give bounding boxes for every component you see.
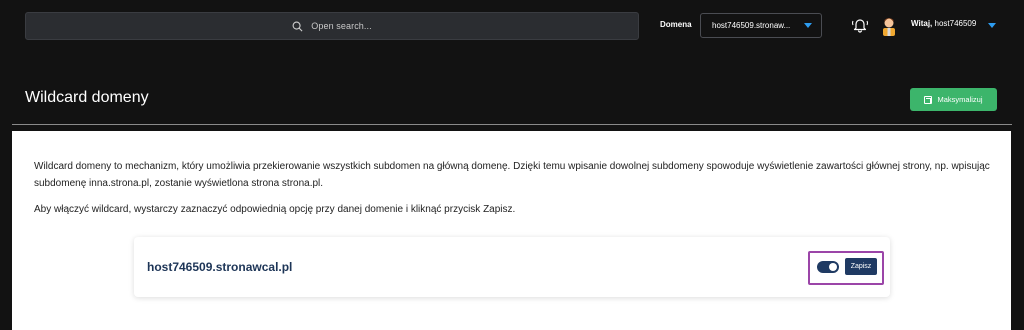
domain-select[interactable]: host746509.stronaw... bbox=[700, 13, 822, 38]
user-avatar-icon[interactable] bbox=[879, 14, 899, 36]
page-title: Wildcard domeny bbox=[25, 89, 149, 106]
domain-card: host746509.stronawcal.pl Zapisz bbox=[134, 237, 890, 297]
user-greeting[interactable]: Witaj, host746509 bbox=[911, 19, 976, 28]
maximize-button[interactable]: Maksymalizuj bbox=[910, 88, 997, 111]
wildcard-toggle[interactable] bbox=[817, 261, 839, 273]
domain-select-value: host746509.stronaw... bbox=[712, 21, 791, 30]
chevron-down-icon[interactable] bbox=[988, 23, 996, 28]
description-text: Wildcard domeny to mechanizm, który umoż… bbox=[34, 161, 990, 189]
chevron-down-icon bbox=[804, 23, 812, 28]
domain-name: host746509.stronawcal.pl bbox=[147, 260, 293, 274]
content-panel: Wildcard domeny to mechanizm, który umoż… bbox=[12, 131, 1011, 330]
domain-label: Domena bbox=[660, 20, 692, 29]
bell-icon[interactable] bbox=[850, 15, 870, 35]
save-button[interactable]: Zapisz bbox=[845, 258, 877, 275]
greeting-prefix: Witaj, bbox=[911, 19, 933, 28]
divider bbox=[12, 124, 1012, 125]
hint-text: Aby włączyć wildcard, wystarczy zaznaczy… bbox=[34, 204, 516, 215]
search-placeholder: Open search... bbox=[311, 21, 372, 31]
search-bar[interactable]: Open search... bbox=[25, 12, 639, 40]
maximize-icon bbox=[924, 95, 933, 104]
search-icon bbox=[292, 21, 303, 31]
greeting-user: host746509 bbox=[934, 19, 977, 28]
top-bar: Open search... Domena host746509.stronaw… bbox=[0, 0, 1024, 52]
maximize-label: Maksymalizuj bbox=[937, 95, 983, 104]
